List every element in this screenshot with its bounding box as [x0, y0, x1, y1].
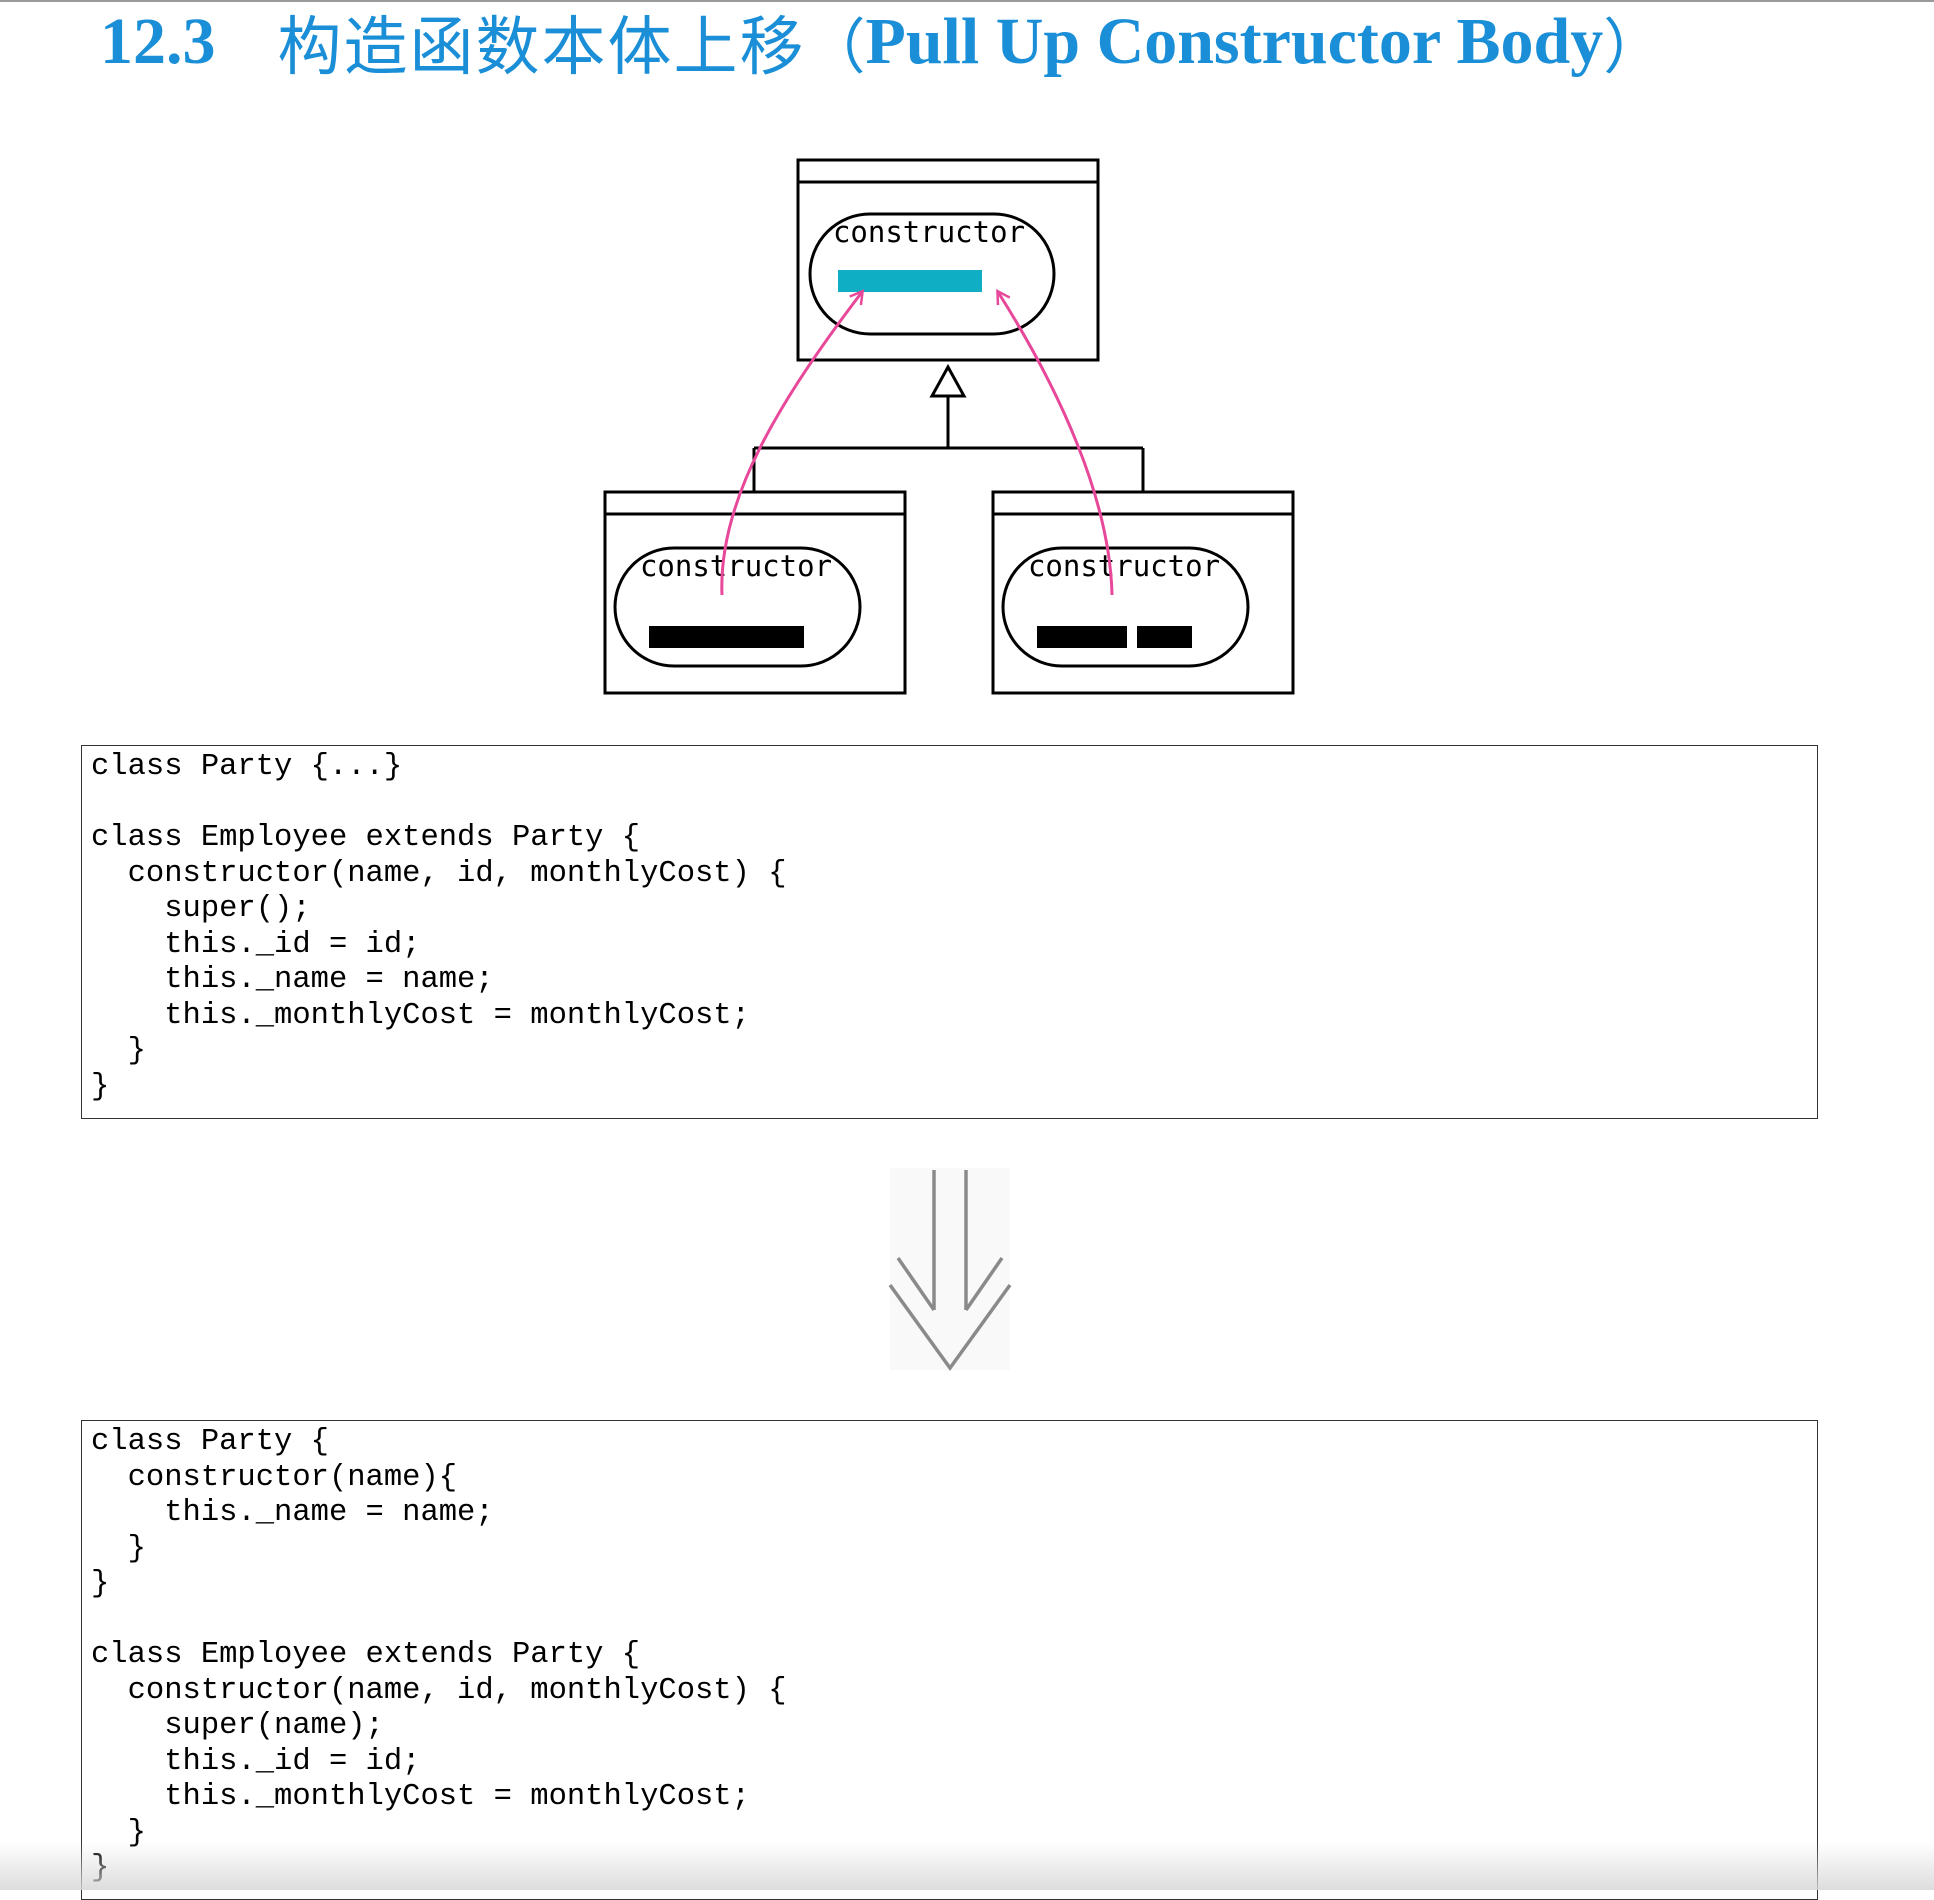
double-down-arrow-icon [888, 1168, 1012, 1371]
code-after-text: class Party { constructor(name){ this._n… [91, 1425, 787, 1885]
inheritance-connector [752, 363, 1145, 492]
code-block-after: class Party { constructor(name){ this._n… [81, 1420, 1818, 1900]
code-block-before: class Party {...} class Employee extends… [81, 745, 1818, 1119]
subclass-left-body-bar [649, 626, 804, 648]
subclass-right-body-bar-2 [1137, 626, 1192, 648]
subclass-left-box: constructor [603, 490, 907, 695]
subclass-right-constructor-label: constructor [1028, 549, 1220, 583]
subclass-right-box: constructor [991, 490, 1295, 695]
code-before-text: class Party {...} class Employee extends… [91, 750, 787, 1104]
inheritance-triangle [929, 363, 967, 398]
superclass-constructor-label: constructor [833, 215, 1025, 249]
subclass-right-body-bar-1 [1037, 626, 1127, 648]
subclass-left-constructor-label: constructor [640, 549, 832, 583]
refactoring-diagram: constructor constructor constructor [603, 158, 1295, 1371]
superclass-box: constructor [796, 158, 1100, 362]
bottom-fade [0, 1842, 1934, 1890]
pulled-up-body-bar [838, 270, 982, 292]
